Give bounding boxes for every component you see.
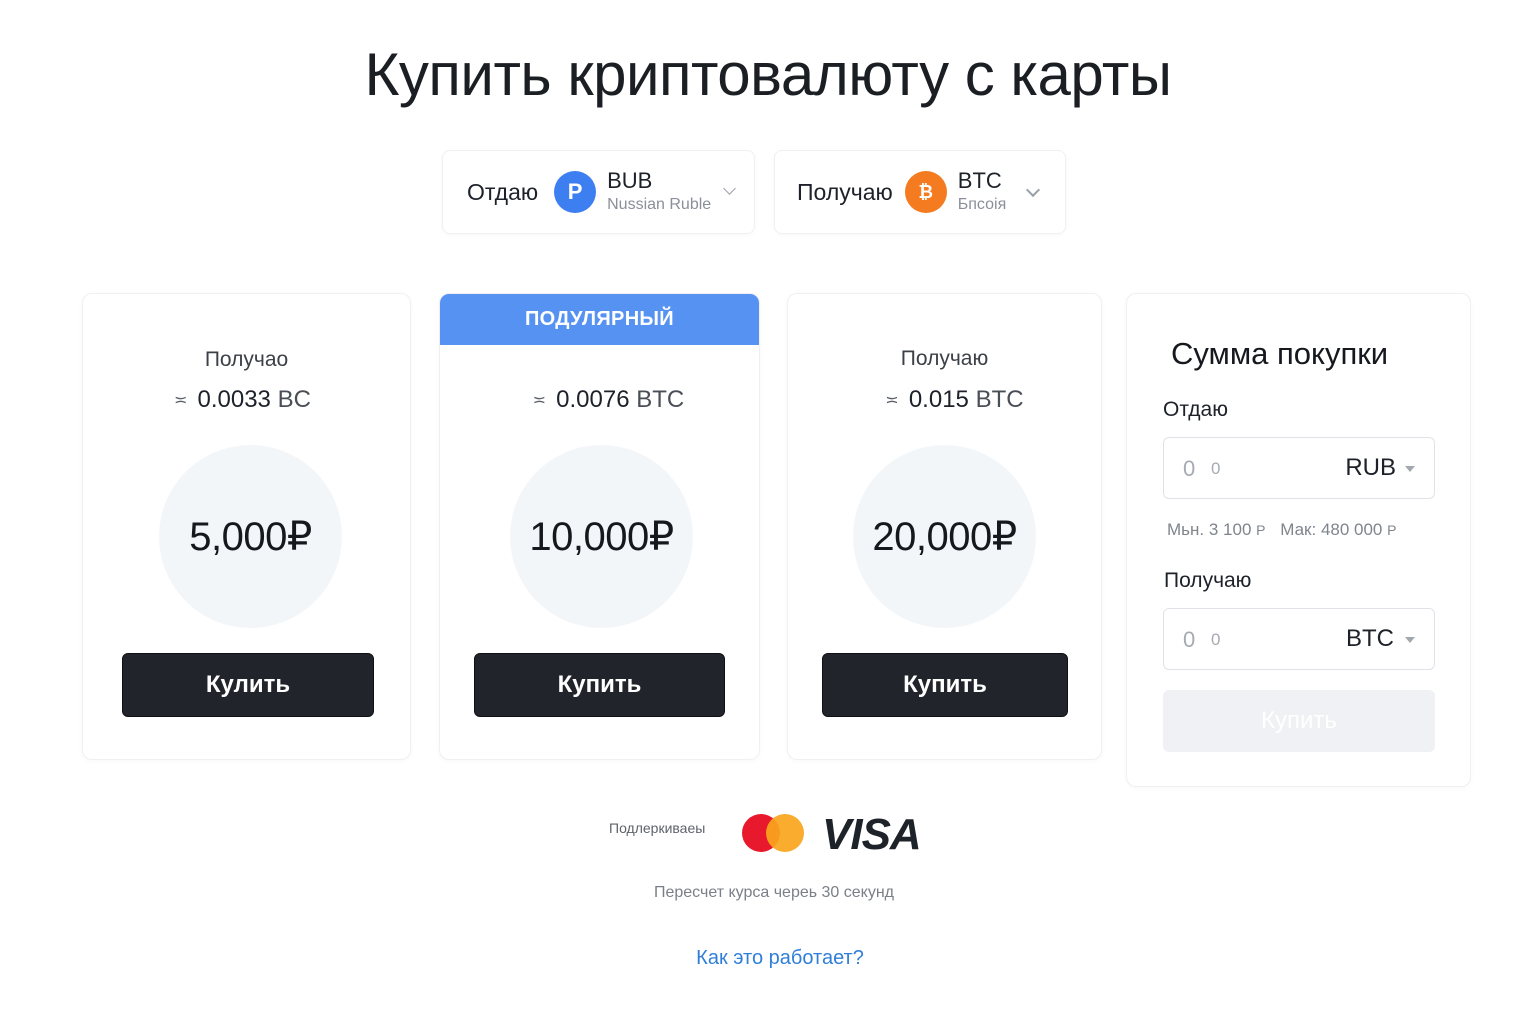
- panel-title: Сумма покупки: [1171, 336, 1389, 371]
- get-currency-select[interactable]: BTC: [1346, 625, 1394, 653]
- popular-badge: ПОДУЛЯРНЫЙ: [440, 294, 759, 345]
- approx-unit: BTC: [975, 386, 1024, 413]
- give-currency-text: BUB Nussian Ruble: [607, 169, 711, 215]
- approx-value: 0.015: [908, 386, 969, 413]
- approx-value: 0.0033: [197, 386, 271, 413]
- get-amount-label: Получаю: [1164, 569, 1252, 592]
- panel-buy-button[interactable]: Купить: [1163, 690, 1435, 752]
- plan-receive-label: Получаю: [900, 347, 989, 370]
- give-amount-hint: 0: [1211, 459, 1221, 478]
- caret-down-icon[interactable]: [1405, 637, 1415, 643]
- purchase-sum-panel: Сумма покупки Отдаю 0 RUB Мьн. 3 100 Р М…: [1126, 293, 1471, 787]
- plan-approx-btc: ≍ 0.015 BTC: [788, 386, 1101, 414]
- get-currency-code: BTC: [957, 168, 1002, 193]
- max-value: 480 000: [1320, 520, 1383, 539]
- min-label: Мьн.: [1167, 520, 1205, 539]
- plan-amount: 20,000₽: [853, 445, 1036, 628]
- mastercard-yellow-circle: [766, 814, 804, 852]
- ruble-coin-icon: P: [554, 171, 597, 213]
- buy-crypto-page: Купить криптовалюту с карты Отдаю P BUB …: [0, 0, 1536, 1024]
- get-amount-hint: 0: [1211, 630, 1221, 649]
- get-amount-input[interactable]: [1183, 625, 1323, 655]
- get-currency-selector[interactable]: Получаю ₿ BTC Бпсоія: [774, 150, 1066, 234]
- buy-button-5000[interactable]: Кулить: [122, 653, 374, 717]
- get-currency-text: BTC Бпсоія: [958, 169, 1006, 215]
- approx-unit: BTC: [636, 386, 685, 413]
- mastercard-icon: [742, 814, 804, 852]
- approx-icon: ≍: [174, 392, 188, 409]
- give-currency-selector[interactable]: Отдаю P BUB Nussian Ruble: [442, 150, 755, 234]
- approx-value: 0.0076: [556, 386, 630, 413]
- rate-refresh-note: Пересчет курса черeь 30 секунд: [653, 884, 895, 901]
- give-amount-label: Отдаю: [1163, 398, 1228, 421]
- give-amount-field[interactable]: 0 RUB: [1163, 437, 1435, 499]
- plan-amount: 5,000₽: [159, 445, 342, 628]
- get-currency-name: Бпсоія: [957, 196, 1007, 213]
- min-currency: Р: [1256, 522, 1266, 538]
- chevron-down-icon[interactable]: [723, 182, 736, 195]
- approx-icon: ≍: [532, 392, 547, 409]
- supported-label: Подлеркиваеы: [609, 820, 706, 836]
- give-currency-select[interactable]: RUB: [1345, 454, 1396, 482]
- give-label: Отдаю: [467, 178, 539, 205]
- max-label: Мак:: [1280, 520, 1317, 539]
- how-it-works-link[interactable]: Как это работает?: [0, 947, 1536, 970]
- plan-card-5000: Получао ≍ 0.0033 BC 5,000₽ Кулить: [82, 293, 411, 760]
- plan-amount: 10,000₽: [510, 445, 693, 628]
- caret-down-icon[interactable]: [1405, 466, 1415, 472]
- max-currency: Р: [1387, 522, 1397, 538]
- amount-limits: Мьн. 3 100 Р Мак: 480 000 Р: [1167, 520, 1396, 540]
- give-amount-input[interactable]: [1183, 454, 1323, 484]
- page-title: Купить криптовалюту с карты: [364, 41, 1172, 108]
- plan-card-20000: Получаю ≍ 0.015 BTC 20,000₽ Купить: [787, 293, 1102, 760]
- plan-card-10000: ПОДУЛЯРНЫЙ ≍ 0.0076 BTC 10,000₽ Купить: [439, 293, 760, 760]
- min-value: 3 100: [1208, 520, 1252, 539]
- plan-receive-label: Получао: [204, 348, 289, 371]
- give-currency-name: Nussian Ruble: [607, 196, 712, 213]
- bitcoin-coin-icon: ₿: [904, 171, 947, 213]
- approx-icon: ≍: [885, 392, 899, 409]
- buy-button-20000[interactable]: Купить: [822, 653, 1068, 717]
- get-amount-field[interactable]: 0 BTC: [1163, 608, 1435, 670]
- plan-approx-btc: ≍ 0.0076 BTC: [440, 386, 759, 414]
- plan-approx-btc: ≍ 0.0033 BC: [83, 386, 410, 414]
- buy-button-10000[interactable]: Купить: [474, 653, 725, 717]
- get-label: Получаю: [797, 178, 893, 205]
- give-currency-code: BUB: [607, 168, 653, 193]
- chevron-down-icon[interactable]: [1025, 182, 1041, 198]
- visa-icon: VISA: [822, 810, 922, 859]
- approx-unit: BC: [277, 386, 311, 413]
